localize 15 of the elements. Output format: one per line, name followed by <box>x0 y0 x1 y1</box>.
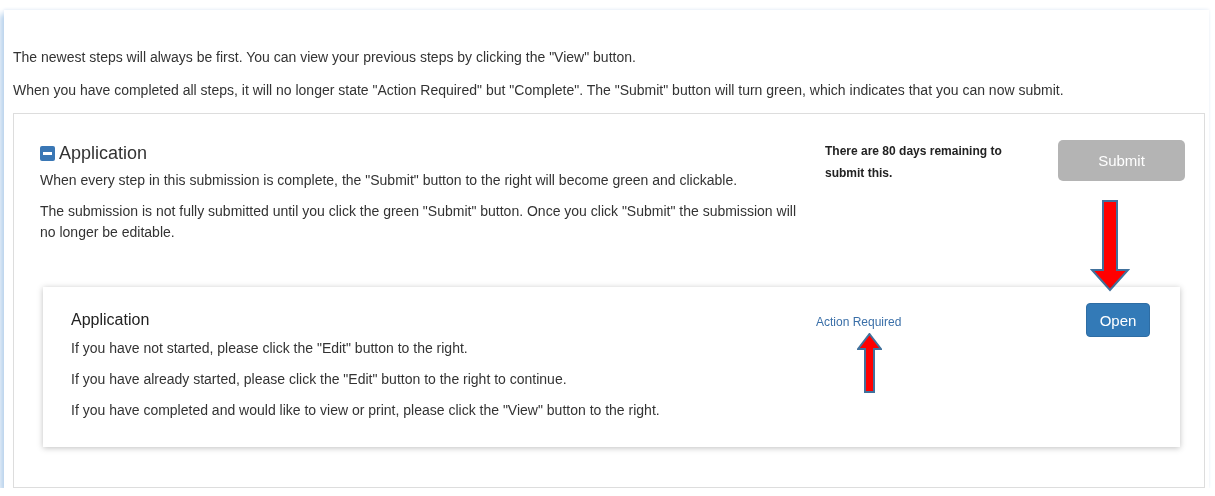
open-button[interactable]: Open <box>1086 303 1150 337</box>
status-link[interactable]: Action Required <box>816 315 902 331</box>
step-instruction: If you have completed and would like to view or print, please click the "View" button to the right. <box>71 401 661 420</box>
section-title: Application <box>59 142 148 165</box>
step-instruction: If you have already started, please click the "Edit" button to the right to continue. <box>71 370 568 389</box>
instruction-text: The newest steps will always be first. You can view your previous steps by clicking the "View" button. <box>13 48 637 67</box>
step-instruction: If you have not started, please click the "Edit" button to the right. <box>71 339 469 358</box>
step-title: Application <box>71 310 151 330</box>
days-remaining-text: There are 80 days remaining to submit this. <box>825 143 1003 182</box>
section-description: When every step in this submission is complete, the "Submit" button to the right will become green and clickable. <box>40 171 739 190</box>
down-arrow-icon <box>1090 200 1130 292</box>
collapse-icon[interactable] <box>40 145 55 161</box>
up-arrow-icon <box>857 333 882 393</box>
section-description: The submission is not fully submitted until you click the green "Submit" button. Once you click "Submit" the submission will no longer be editable. <box>40 202 797 242</box>
instruction-text: When you have completed all steps, it will no longer state "Action Required" but "Complete". The "Submit" button will turn green, which indicates that you can now submit. <box>13 81 1065 100</box>
